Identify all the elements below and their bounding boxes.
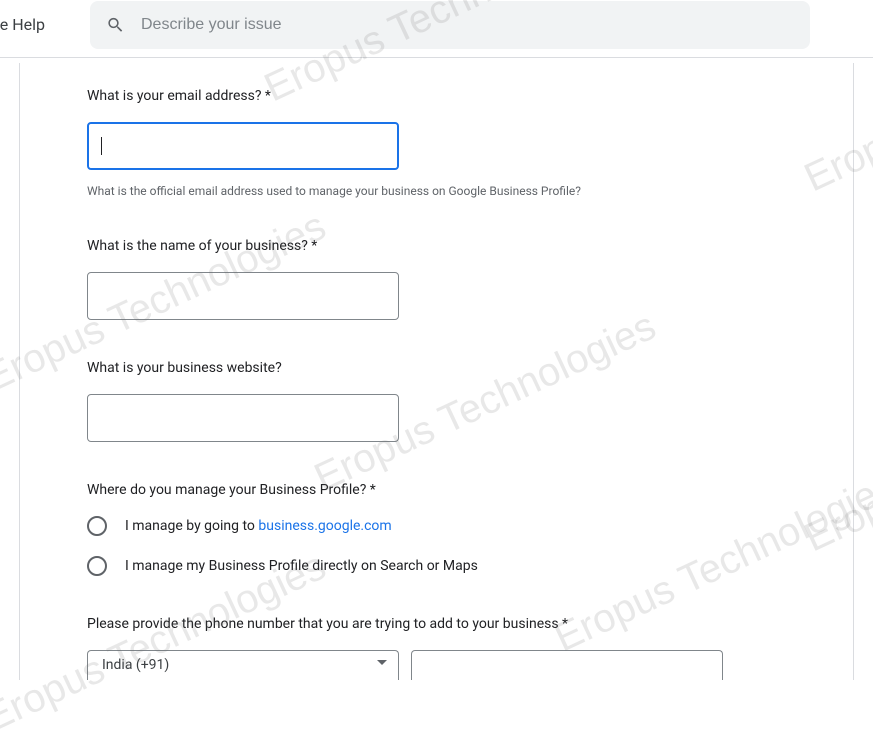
manage-location-label: Where do you manage your Business Profil… [87,482,786,498]
phone-number-input[interactable] [411,650,723,680]
form-card: What is your email address? * What is th… [19,63,854,680]
manage-location-form-group: Where do you manage your Business Profil… [87,482,786,576]
website-label: What is your business website? [87,360,786,376]
website-input[interactable] [87,394,399,442]
radio-group: I manage by going to business.google.com… [87,516,786,576]
search-icon [106,15,125,35]
business-name-label: What is the name of your business? * [87,238,786,254]
business-name-form-group: What is the name of your business? * [87,238,786,320]
radio-option-2[interactable]: I manage my Business Profile directly on… [87,556,786,576]
search-input[interactable] [141,16,794,34]
phone-label: Please provide the phone number that you… [87,616,786,632]
business-name-input[interactable] [87,272,399,320]
radio-circle-icon [87,516,107,536]
country-code-select[interactable]: India (+91) [87,650,399,680]
email-form-group: What is your email address? * What is th… [87,88,786,198]
header-bar: ile Help [0,0,873,58]
radio-label-1: I manage by going to business.google.com [125,518,392,534]
email-help-text: What is the official email address used … [87,184,786,198]
website-form-group: What is your business website? [87,360,786,442]
email-input[interactable] [87,122,399,170]
radio-circle-icon [87,556,107,576]
phone-row: India (+91) [87,650,786,680]
radio-label-2: I manage my Business Profile directly on… [125,558,478,574]
text-cursor [101,137,102,155]
help-label: ile Help [0,15,45,34]
email-label: What is your email address? * [87,88,786,104]
business-google-link[interactable]: business.google.com [258,518,391,534]
country-select-wrapper: India (+91) [87,650,399,680]
radio-option-1[interactable]: I manage by going to business.google.com [87,516,786,536]
search-container[interactable] [90,1,810,49]
phone-form-group: Please provide the phone number that you… [87,616,786,680]
content-wrapper: What is your email address? * What is th… [0,58,873,680]
